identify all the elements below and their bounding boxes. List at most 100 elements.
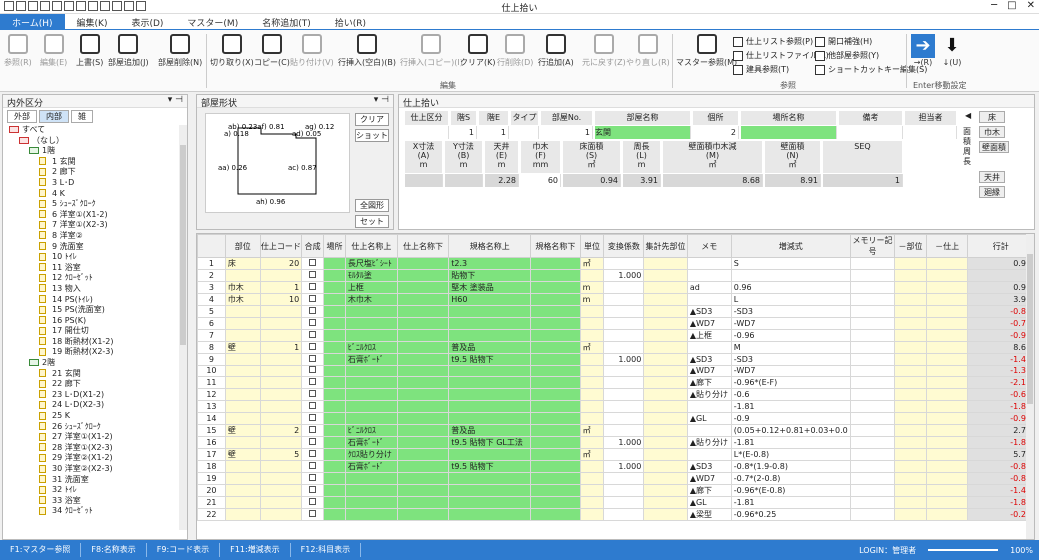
cell-minus2[interactable] [925,257,969,270]
tree-item[interactable]: 5 ｼｭｰｽﾞｸﾛｰｸ [3,199,187,210]
cell-agg[interactable] [643,376,688,390]
cell-minus1[interactable] [894,328,927,342]
cell-k1[interactable] [448,388,532,402]
cell-minus2[interactable] [925,281,969,294]
cell-k1[interactable] [448,447,532,461]
cell-n[interactable]: 10 [197,364,226,378]
cell-bui[interactable] [224,400,261,414]
cell-place[interactable] [323,340,346,354]
paste-button[interactable]: 貼り付け(V) [290,34,334,68]
cell-total[interactable]: -1.47 [967,352,1034,366]
tree-item[interactable]: 1階 [3,146,187,157]
tab-pickup[interactable]: 拾い(R) [323,14,378,29]
cell-agg[interactable] [643,471,688,485]
save-button[interactable]: 上書(S) [76,34,103,68]
cell-agg[interactable] [643,412,688,425]
cell-memo[interactable]: ▲上框 [686,328,732,342]
table-row[interactable]: 4 巾木 10 木巾木 H60 m L 3.91 [197,293,1034,306]
cell-minus2[interactable] [925,340,969,354]
cell-n2[interactable] [396,412,450,425]
cell-place[interactable] [323,459,346,473]
cell-cb[interactable] [301,352,325,366]
cell-minus2[interactable] [925,316,969,330]
insert-copy-button[interactable]: 行挿入(コピー)(I) [400,34,463,68]
cell-minus1[interactable] [894,352,927,366]
cell-total[interactable]: 2.71 [967,423,1034,437]
cell-code[interactable] [259,400,303,414]
cell-unit[interactable]: ㎡ [579,423,605,437]
cell-n2[interactable] [396,328,450,342]
side-wall-button[interactable]: 壁面積 [979,141,1009,153]
column-header[interactable]: 規格名称下 [530,234,581,258]
cell-code[interactable] [259,269,303,282]
cell-bui[interactable]: 床 [224,257,261,270]
tree-item[interactable]: 32 ﾄｲﾚ [3,485,187,496]
cell-coef[interactable] [603,340,645,354]
composite-checkbox[interactable] [309,366,317,374]
cell-n1[interactable]: ﾋﾞﾆﾙｸﾛｽ [344,340,398,354]
cell-total[interactable]: -2.13 [967,376,1034,390]
cell-mem[interactable] [849,281,896,294]
cell-coef[interactable] [603,471,645,485]
cell-cb[interactable] [301,459,325,473]
cell-mem[interactable] [849,459,896,473]
side-arrow-icon[interactable]: ◀ [965,111,971,120]
column-header[interactable]: 部位 [224,234,261,258]
cell-total[interactable]: 0.96 [967,281,1034,294]
cell-minus1[interactable] [894,435,927,449]
cell-n2[interactable] [396,376,450,390]
cell-code[interactable] [259,364,303,378]
cell-n2[interactable] [396,316,450,330]
cell-n2[interactable] [396,447,450,461]
cell-minus2[interactable] [925,447,969,461]
tree-item[interactable]: 23 L･D(X1-2) [3,390,187,401]
cell-mem[interactable] [849,483,896,497]
cell-total[interactable]: 3.91 [967,293,1034,306]
tree-item[interactable]: 22 廊下 [3,379,187,390]
cell-agg[interactable] [643,364,688,378]
cell-cb[interactable] [301,281,325,294]
cell-coef[interactable] [603,364,645,378]
cell-coef[interactable] [603,495,645,509]
cell-cb[interactable] [301,435,325,449]
edit-button[interactable]: 編集(E) [40,34,67,68]
cell-minus1[interactable] [894,483,927,497]
cell-coef[interactable]: 1.000 [603,459,645,473]
cell-unit[interactable]: ㎡ [579,447,605,461]
composite-checkbox[interactable] [309,461,317,469]
cell-unit[interactable] [579,352,605,366]
tree-item[interactable]: 17 開仕切 [3,326,187,337]
cell-k2[interactable] [530,293,581,306]
cell-expr[interactable]: -0.7*(2-0.8) [730,471,851,485]
cell-cb[interactable] [301,400,325,414]
composite-checkbox[interactable] [309,330,317,338]
dimension-value[interactable]: 8.91 [765,174,821,187]
cell-total[interactable]: 8.68 [967,340,1034,354]
cell-expr[interactable]: M [730,340,851,354]
cell-total[interactable]: 5.79 [967,447,1034,461]
cell-coef[interactable] [603,447,645,461]
cell-n1[interactable] [344,328,398,342]
cell-unit[interactable] [579,495,605,509]
cell-expr[interactable]: -0.8*(1.9-0.8) [730,459,851,473]
cell-expr[interactable] [730,269,851,282]
cell-bui[interactable] [224,459,261,473]
cell-minus2[interactable] [925,471,969,485]
cell-k1[interactable]: 貼物下 [448,269,532,282]
cell-k2[interactable] [530,423,581,437]
cell-coef[interactable] [603,412,645,425]
cell-total[interactable]: -1.36 [967,364,1034,378]
cell-memo[interactable] [686,447,732,461]
reference-button[interactable]: 参照(R) [4,34,32,68]
cell-bui[interactable] [224,364,261,378]
cell-total[interactable]: -0.84 [967,471,1034,485]
dimension-value[interactable]: 8.68 [663,174,763,187]
cell-n2[interactable] [396,435,450,449]
cell-coef[interactable] [603,281,645,294]
cell-coef[interactable] [603,328,645,342]
cell-memo[interactable]: ▲SD3 [686,305,732,318]
tree-item[interactable]: 24 L･D(X2-3) [3,400,187,411]
cell-bui[interactable]: 壁 [224,423,261,437]
cell-place[interactable] [323,328,346,342]
fkey-subject[interactable]: F12:科目表示 [291,543,362,557]
